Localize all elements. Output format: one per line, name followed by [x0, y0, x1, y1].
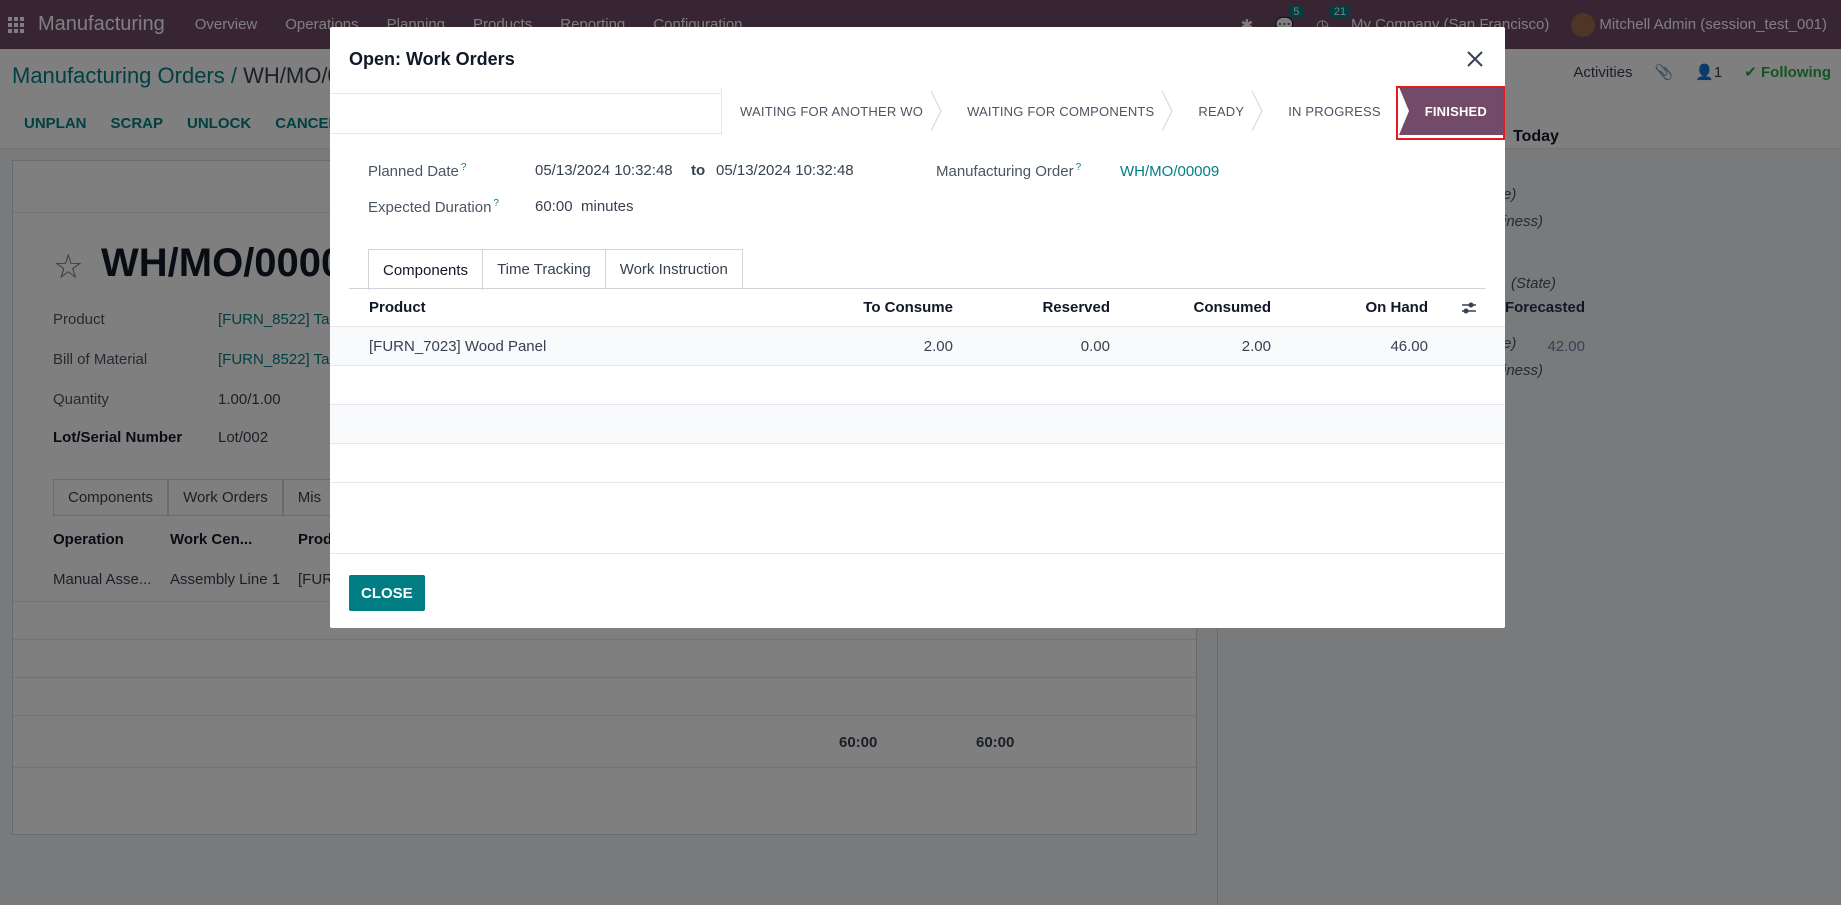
row-forecasted[interactable]: 42.00 — [1428, 327, 1585, 365]
empty-row — [330, 444, 1505, 483]
col-forecasted[interactable]: Forecasted — [1428, 289, 1585, 326]
mo-label: Manufacturing Order? — [936, 162, 1082, 180]
tab-work-instruction[interactable]: Work Instruction — [604, 249, 743, 289]
modal-footer: Close — [330, 553, 1505, 628]
table-header: Product To Consume Reserved Consumed On … — [330, 289, 1585, 327]
stage-label: Ready — [1198, 103, 1245, 119]
planned-date-to[interactable]: 05/13/2024 10:32:48 — [716, 162, 854, 179]
help-icon[interactable]: ? — [493, 198, 499, 209]
planned-date-to-word: to — [691, 162, 706, 179]
expected-duration-value[interactable]: 60:00 — [535, 198, 573, 215]
help-icon[interactable]: ? — [461, 162, 467, 173]
stage-label: Waiting for another WO — [740, 103, 924, 119]
expected-duration-label: Expected Duration? — [368, 198, 499, 216]
row-on-hand[interactable]: 46.00 — [1271, 327, 1428, 365]
row-product[interactable]: [FURN_7023] Wood Panel — [369, 327, 546, 365]
empty-row — [330, 405, 1505, 444]
stage-waiting-components[interactable]: Waiting for components — [941, 87, 1173, 135]
col-product[interactable]: Product — [369, 289, 426, 326]
empty-row — [330, 366, 1505, 405]
dialog-tabs: Components Time Tracking Work Instructio… — [368, 249, 743, 290]
stage-in-progress[interactable]: In Progress — [1262, 87, 1399, 135]
close-button[interactable]: Close — [349, 575, 425, 611]
col-on-hand[interactable]: On Hand — [1271, 289, 1429, 326]
stage-label: In Progress — [1288, 103, 1381, 119]
row-reserved[interactable]: 0.00 — [953, 327, 1110, 365]
stage-label: Finished — [1424, 103, 1487, 119]
work-order-form: Planned Date? 05/13/2024 10:32:48 to 05/… — [330, 134, 1505, 252]
stage-arrow — [1398, 87, 1409, 135]
col-to-consume[interactable]: To Consume — [690, 289, 953, 326]
stage-pipeline: Waiting for another WO Waiting for compo… — [721, 87, 1505, 135]
expected-duration-unit: minutes — [581, 198, 634, 215]
modal-title: Open: Work Orders — [349, 49, 515, 69]
table-row[interactable]: [FURN_7023] Wood Panel 2.00 0.00 2.00 46… — [330, 327, 1585, 366]
components-table: Product To Consume Reserved Consumed On … — [330, 289, 1585, 483]
planned-date-label: Planned Date? — [368, 162, 467, 180]
stage-label: Waiting for components — [967, 103, 1155, 119]
status-bar: Waiting for another WO Waiting for compo… — [330, 86, 1505, 140]
help-icon[interactable]: ? — [1076, 162, 1082, 173]
tab-time-tracking[interactable]: Time Tracking — [482, 249, 606, 289]
work-order-dialog: Open: Work Orders Waiting for another WO… — [330, 27, 1585, 628]
col-consumed[interactable]: Consumed — [1110, 289, 1271, 326]
close-icon[interactable] — [1461, 45, 1489, 73]
row-to-consume[interactable]: 2.00 — [690, 327, 953, 365]
optional-columns-icon[interactable] — [1461, 300, 1477, 316]
col-reserved[interactable]: Reserved — [953, 289, 1110, 326]
tab-components[interactable]: Components — [368, 249, 484, 290]
row-consumed[interactable]: 2.00 — [1110, 327, 1271, 365]
stage-finished[interactable]: Finished — [1398, 87, 1505, 135]
stage-ready[interactable]: Ready — [1172, 87, 1263, 135]
planned-date-from[interactable]: 05/13/2024 10:32:48 — [535, 162, 673, 179]
stage-waiting-another-wo[interactable]: Waiting for another WO — [721, 87, 942, 135]
modal-header: Open: Work Orders — [330, 27, 1505, 94]
mo-link[interactable]: WH/MO/00009 — [1120, 163, 1219, 180]
